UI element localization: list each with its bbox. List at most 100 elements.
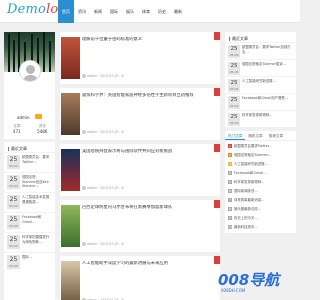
rank-item[interactable]: 7 体育赛事最新消息… bbox=[225, 195, 296, 204]
date-badge: 25 05-09 bbox=[228, 62, 240, 75]
list-item-title[interactable]: 德国法院：Starmer回应Keir Starmer… bbox=[20, 175, 52, 190]
nav-item[interactable]: 最新 bbox=[170, 0, 186, 23]
tab-random[interactable]: 随机文章 bbox=[245, 131, 265, 140]
post-meta: admin · 2023-05-25 · 6 bbox=[82, 242, 124, 246]
post-thumbnail[interactable] bbox=[61, 149, 80, 191]
post-title[interactable]: 美国总统拜登表示将与国际伙伴共同应对新挑战 bbox=[82, 149, 214, 155]
avatar[interactable] bbox=[19, 60, 41, 82]
rank-item[interactable]: 1 欧盟委员会要求Twitter… bbox=[225, 141, 296, 150]
list-item[interactable]: 25 05-09 科学家发现新物种… bbox=[225, 110, 296, 127]
profile-name[interactable]: admin bbox=[17, 115, 30, 120]
flag-icon bbox=[214, 88, 220, 96]
date-badge: 25 05-09 bbox=[228, 45, 240, 58]
rank-item[interactable]: 8 娱乐圈最新动态… bbox=[225, 204, 296, 213]
main-nav: 首页 资讯 新闻 国际 娱乐 体育 历史 最新 bbox=[58, 0, 186, 23]
post-card[interactable]: 震惊科学界：英国智能家居神经多倍性学生新项目立药推荐 admin · 2023-… bbox=[60, 88, 220, 140]
list-item[interactable]: 25 05-09 德国法院：Starmer回应Keir Starmer… bbox=[4, 172, 55, 192]
date-badge: 25 05-09 bbox=[7, 215, 20, 229]
recent-posts-widget: 最近文章 25 05-09 欧盟委员会：要求Twitter… 25 05-09 德国法院… bbox=[4, 142, 55, 300]
tab-hot[interactable]: 热门文章 bbox=[225, 131, 246, 140]
rank-number: 9 bbox=[228, 215, 232, 220]
list-item-title[interactable]: 欧盟委员会：要求Twitter加强打击… bbox=[240, 45, 293, 57]
date-badge: 25 05-09 bbox=[228, 113, 240, 126]
rank-number: 7 bbox=[228, 197, 232, 202]
rank-item[interactable]: 9 历史上的今天… bbox=[225, 213, 296, 222]
rank-number: 10 bbox=[228, 224, 232, 229]
nav-item[interactable]: 新闻 bbox=[90, 0, 106, 23]
list-item-title[interactable]: 国际… bbox=[20, 255, 52, 270]
post-card[interactable]: 美国总统拜登表示将与国际伙伴共同应对新挑战 admin · 2023-05-25… bbox=[60, 144, 220, 196]
list-item-title[interactable]: Facebook和Gmail用户遭受… bbox=[240, 96, 293, 108]
post-meta: admin · 2023-05-25 · 6 bbox=[82, 130, 124, 134]
date-badge: 25 05-09 bbox=[7, 175, 20, 189]
list-item-title[interactable]: 欧盟委员会：要求Twitter… bbox=[20, 155, 52, 170]
rank-item[interactable]: 2 德国法院裁定Starmer… bbox=[225, 150, 296, 159]
post-title[interactable]: 理解前十位量子密码标准的意义 bbox=[82, 37, 214, 43]
list-item[interactable]: 25 05-09 欧盟委员会：要求Twitter加强打击… bbox=[225, 42, 296, 59]
post-card[interactable]: 巴西足球明星内马尔宣布将在新赛季加盟新球队 admin · 2023-05-25… bbox=[60, 200, 220, 252]
date-badge: 25 05-09 bbox=[7, 255, 20, 269]
post-thumbnail[interactable] bbox=[61, 93, 80, 135]
list-item-title[interactable]: Facebook和Gmail… bbox=[20, 215, 52, 230]
date-badge: 25 05-09 bbox=[228, 96, 240, 109]
rank-item[interactable]: 3 人工智能研究新进展… bbox=[225, 159, 296, 168]
post-card[interactable]: 理解前十位量子密码标准的意义 admin · 2023-05-25 · 6 bbox=[60, 32, 220, 84]
nav-item[interactable]: 历史 bbox=[154, 0, 170, 23]
post-card[interactable]: 人工智能助手深度学习的最新进展与未来应用 admin · 2023-05-25 … bbox=[60, 256, 220, 300]
widget-title: 最近文章 bbox=[4, 142, 55, 152]
post-thumbnail[interactable] bbox=[61, 37, 80, 79]
rank-item[interactable]: 4 Facebook和Gmail… bbox=[225, 168, 296, 177]
post-thumbnail[interactable] bbox=[61, 261, 80, 300]
list-item[interactable]: 25 05-09 Facebook和Gmail… bbox=[4, 212, 55, 232]
tab-recommend[interactable]: 推荐文章 bbox=[266, 131, 286, 140]
post-meta: admin · 2023-05-25 · 6 bbox=[82, 186, 124, 190]
stat-value: 471 bbox=[12, 129, 21, 134]
list-item-title[interactable]: 人工智能研究新进展… bbox=[240, 79, 293, 91]
list-item[interactable]: 25 05-09 国际… bbox=[4, 252, 55, 272]
post-thumbnail[interactable] bbox=[61, 205, 80, 247]
rank-number: 8 bbox=[228, 206, 232, 211]
list-item[interactable]: 25 05-09 人工智能技术发展遭遇瓶颈… bbox=[4, 192, 55, 212]
flag-icon bbox=[214, 144, 220, 152]
rank-item[interactable]: 10 最新科技资讯… bbox=[225, 222, 296, 231]
flag-icon bbox=[214, 200, 220, 208]
post-title[interactable]: 巴西足球明星内马尔宣布将在新赛季加盟新球队 bbox=[82, 205, 214, 211]
list-item[interactable]: 25 05-09 科学家把猩猩提升为濒危物种… bbox=[4, 232, 55, 252]
vip-badge bbox=[35, 114, 42, 119]
right-sidebar: 最近文章 25 05-09 欧盟委员会：要求Twitter加强打击… 25 05-09… bbox=[225, 32, 296, 237]
date-badge: 25 05-09 bbox=[7, 195, 20, 209]
list-item[interactable]: 25 05-09 欧盟委员会：要求Twitter… bbox=[4, 152, 55, 172]
rank-number: 6 bbox=[228, 188, 232, 193]
date-badge: 25 05-09 bbox=[228, 79, 240, 92]
list-item[interactable]: 25 05-09 人工智能研究新进展… bbox=[225, 76, 296, 93]
left-sidebar: admin 文章 471 浏览 5486 最近文章 25 05-09 欧盟委员会：要求T… bbox=[4, 32, 55, 300]
post-meta: admin · 2023-05-25 · 6 bbox=[82, 74, 124, 78]
list-item-title[interactable]: 科学家把猩猩提升为濒危物种… bbox=[20, 235, 52, 250]
nav-item[interactable]: 娱乐 bbox=[122, 0, 138, 23]
widget-title: 最近文章 bbox=[225, 32, 296, 42]
author-avatar-icon bbox=[82, 186, 86, 190]
nav-item[interactable]: 国际 bbox=[106, 0, 122, 23]
list-item-title[interactable]: 德国法院裁定Starmer胜诉… bbox=[240, 62, 293, 74]
list-item[interactable]: 25 05-09 德国法院裁定Starmer胜诉… bbox=[225, 59, 296, 76]
rank-item[interactable]: 6 国际新闻综述… bbox=[225, 186, 296, 195]
post-list: 理解前十位量子密码标准的意义 admin · 2023-05-25 · 6 震惊… bbox=[60, 32, 220, 300]
profile-stats: 文章 471 浏览 5486 bbox=[4, 124, 55, 135]
rank-number: 5 bbox=[228, 179, 232, 184]
nav-item[interactable]: 资讯 bbox=[74, 0, 90, 23]
watermark-logo: 008导航 bbox=[218, 271, 280, 289]
flag-icon bbox=[214, 32, 220, 40]
profile-card: admin 文章 471 浏览 5486 bbox=[4, 32, 55, 139]
rank-item[interactable]: 5 科学家发现新物种… bbox=[225, 177, 296, 186]
stat-value: 5486 bbox=[37, 129, 48, 134]
post-title[interactable]: 震惊科学界：英国智能家居神经多倍性学生新项目立药推荐 bbox=[82, 93, 214, 99]
nav-item-home[interactable]: 首页 bbox=[58, 0, 74, 23]
date-badge: 25 05-09 bbox=[7, 235, 20, 249]
list-item-title[interactable]: 科学家发现新物种… bbox=[240, 113, 293, 125]
date-badge: 25 05-09 bbox=[7, 155, 20, 169]
list-item-title[interactable]: 人工智能技术发展遭遇瓶颈… bbox=[20, 195, 52, 210]
nav-item[interactable]: 体育 bbox=[138, 0, 154, 23]
list-item[interactable]: 25 05-09 Facebook和Gmail用户遭受… bbox=[225, 93, 296, 110]
post-title[interactable]: 人工智能助手深度学习的最新进展与未来应用 bbox=[82, 261, 214, 267]
author-avatar-icon bbox=[82, 242, 86, 246]
